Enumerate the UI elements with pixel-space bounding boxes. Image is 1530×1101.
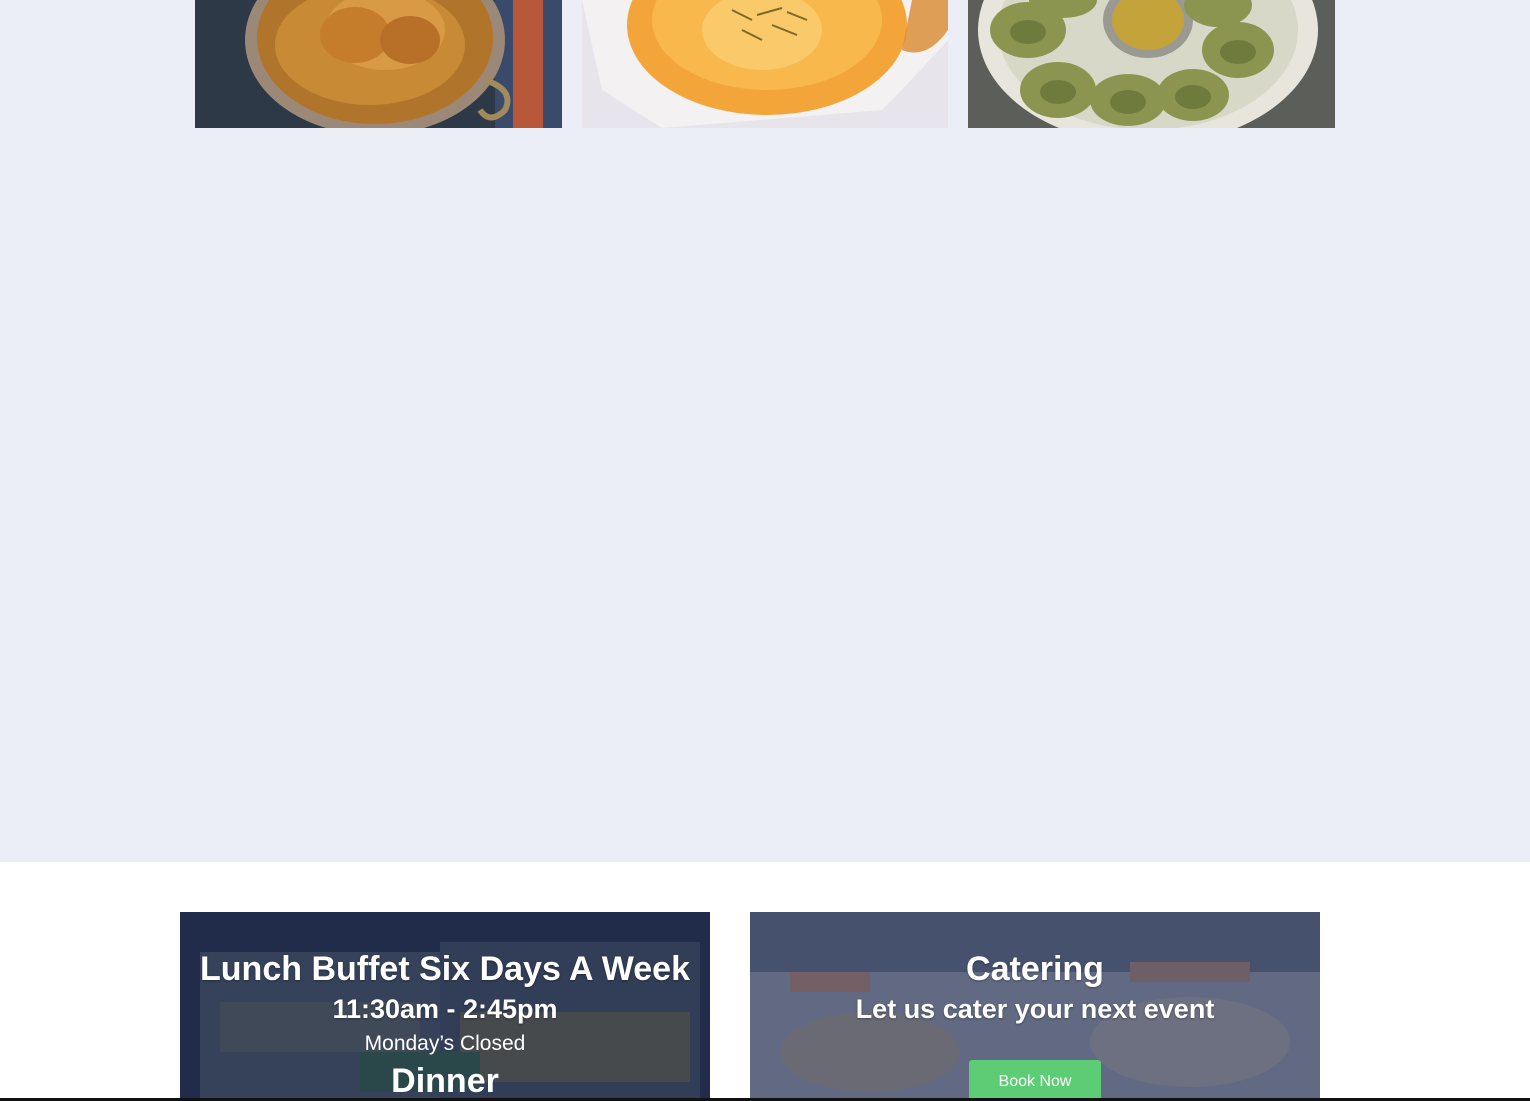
catering-card: Catering Let us cater your next event Bo…: [750, 912, 1320, 1101]
dessert-image[interactable]: [582, 0, 948, 128]
book-now-button[interactable]: Book Now: [969, 1060, 1101, 1101]
catering-title: Catering: [966, 950, 1104, 988]
lunch-hours: 11:30am - 2:45pm: [332, 994, 558, 1024]
momo-dumplings-image[interactable]: [968, 0, 1335, 128]
lunch-buffet-title: Lunch Buffet Six Days A Week: [200, 950, 690, 988]
lunch-buffet-card: Lunch Buffet Six Days A Week 11:30am - 2…: [180, 912, 710, 1101]
food-gallery-section: [0, 0, 1530, 862]
dinner-heading: Dinner: [391, 1062, 499, 1100]
curry-dish-image[interactable]: [195, 0, 562, 128]
closed-day-note: Monday’s Closed: [364, 1032, 526, 1055]
catering-subtitle: Let us cater your next event: [855, 994, 1215, 1024]
